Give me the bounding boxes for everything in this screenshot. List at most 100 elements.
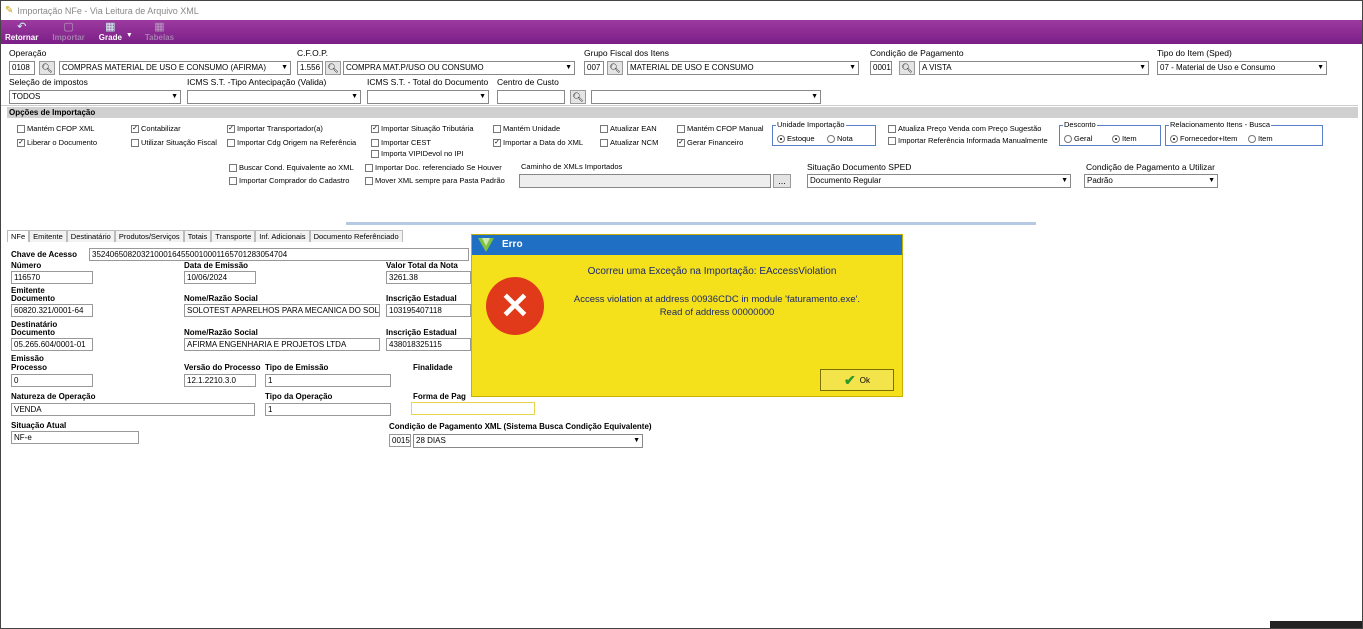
relac-item-radio[interactable]: Item xyxy=(1248,134,1273,143)
centro-code-input[interactable] xyxy=(497,90,565,104)
chevron-down-icon: ▼ xyxy=(281,64,288,71)
dest-razao-input[interactable]: AFIRMA ENGENHARIA E PROJETOS LTDA xyxy=(184,338,380,351)
tab-documento-referenciado[interactable]: Documento Referênciado xyxy=(309,230,403,242)
cond-util-select[interactable]: Padrão ▼ xyxy=(1084,174,1218,188)
grupo-code-input[interactable]: 007 xyxy=(584,61,604,75)
cfop-search-icon[interactable]: 🔍︎ xyxy=(325,61,341,75)
chevron-down-icon: ▼ xyxy=(565,64,572,71)
grade-button[interactable]: ▦ Grade xyxy=(99,22,122,44)
selecao-select[interactable]: TODOS ▼ xyxy=(9,90,181,104)
condicao-search-icon[interactable]: 🔍︎ xyxy=(899,61,915,75)
dialog-message-line2: Read of address 00000000 xyxy=(659,307,775,318)
cond-xml-select[interactable]: 28 DIAS ▼ xyxy=(413,434,643,448)
operacao-search-icon[interactable]: 🔍︎ xyxy=(39,61,55,75)
splitter-bar[interactable] xyxy=(346,222,1036,225)
versao-input[interactable]: 12.1.2210.3.0 xyxy=(184,374,256,387)
finalidade-label: Finalidade xyxy=(413,363,453,372)
importar-button[interactable]: ▢ Importar xyxy=(52,22,84,44)
natureza-input[interactable]: VENDA xyxy=(11,403,255,416)
numero-input[interactable]: 116570 xyxy=(11,271,93,284)
emit-ie-input[interactable]: 103195407118 xyxy=(386,304,471,317)
mantem-cfop-checkbox[interactable]: Mantém CFOP XML xyxy=(17,124,94,133)
tab-produtos[interactable]: Produtos/Serviços xyxy=(114,230,184,242)
contabilizar-checkbox[interactable]: ✓ Contabilizar xyxy=(131,124,181,133)
chave-input[interactable]: 3524065082032100016455001000116570128305… xyxy=(89,248,469,261)
ok-button[interactable]: ✔ Ok xyxy=(820,369,894,391)
dest-ie-input[interactable]: 438018325115 xyxy=(386,338,471,351)
utilizar-situacao-checkbox[interactable]: Utilizar Situação Fiscal xyxy=(131,138,217,147)
fornecedor-item-radio[interactable]: Fornecedor+Item xyxy=(1170,134,1237,143)
desconto-item-radio[interactable]: Item xyxy=(1112,134,1137,143)
grade-dropdown-icon[interactable]: ▼ xyxy=(126,32,133,39)
importar-cdg-origem-checkbox[interactable]: Importar Cdg Origem na Referência xyxy=(227,138,356,147)
mover-xml-checkbox[interactable]: Mover XML sempre para Pasta Padrão xyxy=(365,176,505,185)
forma-pag-input[interactable] xyxy=(411,402,535,415)
grupo-search-icon[interactable]: 🔍︎ xyxy=(607,61,623,75)
buscar-cond-checkbox[interactable]: Buscar Cond. Equivalente ao XML xyxy=(229,163,354,172)
grupo-select[interactable]: MATERIAL DE USO E CONSUMO ▼ xyxy=(627,61,859,75)
emissao-label: Emissão xyxy=(11,354,44,363)
cfop-label: C.F.O.P. xyxy=(297,48,329,58)
filters-panel: Operação 0108 🔍︎ COMPRAS MATERIAL DE USO… xyxy=(1,44,1358,106)
cond-xml-label: Condição de Pagamento XML (Sistema Busca… xyxy=(389,422,652,431)
tab-destinatario[interactable]: Destinatário xyxy=(66,230,115,242)
chevron-down-icon: ▼ xyxy=(811,93,818,100)
tipo-emissao-label: Tipo de Emissão xyxy=(265,363,329,372)
processo-input[interactable]: 0 xyxy=(11,374,93,387)
atualizar-ncm-checkbox[interactable]: Atualizar NCM xyxy=(600,138,658,147)
importar-cest-checkbox[interactable]: Importar CEST xyxy=(371,138,431,147)
desconto-geral-radio[interactable]: Geral xyxy=(1064,134,1092,143)
tab-nfe[interactable]: NFe xyxy=(7,230,30,242)
tabelas-button[interactable]: ▦ Tabelas xyxy=(145,22,174,44)
importar-situacao-tributaria-checkbox[interactable]: ✓ Importar Situação Tributária xyxy=(371,124,474,133)
emit-ie-label: Inscrição Estadual xyxy=(386,294,457,303)
caminho-browse-button[interactable]: ... xyxy=(773,174,791,188)
dest-documento-input[interactable]: 05.265.604/0001-01 xyxy=(11,338,93,351)
retornar-button[interactable]: ↶ Retornar xyxy=(5,22,38,44)
caminho-input[interactable] xyxy=(519,174,771,188)
atualiza-preco-checkbox[interactable]: Atualiza Preço Venda com Preço Sugestão xyxy=(888,124,1041,133)
selecao-label: Seleção de impostos xyxy=(9,77,88,87)
icms-total-select[interactable]: ▼ xyxy=(367,90,489,104)
estoque-radio[interactable]: Estoque xyxy=(777,134,815,143)
tipo-item-select[interactable]: 07 - Material de Uso e Consumo ▼ xyxy=(1157,61,1327,75)
operacao-code-input[interactable]: 0108 xyxy=(9,61,35,75)
importa-vipi-checkbox[interactable]: Importa VIPIDevol no IPI xyxy=(371,149,464,158)
mantem-unidade-checkbox[interactable]: Mantém Unidade xyxy=(493,124,560,133)
emit-razao-input[interactable]: SOLOTEST APARELHOS PARA MECANICA DO SOLO xyxy=(184,304,380,317)
tipo-emissao-input[interactable]: 1 xyxy=(265,374,391,387)
condicao-code-input[interactable]: 0001 xyxy=(870,61,892,75)
cond-xml-code-input[interactable]: 0015 xyxy=(389,434,411,447)
mantem-cfop-manual-checkbox[interactable]: Mantém CFOP Manual xyxy=(677,124,764,133)
valor-input[interactable]: 3261.38 xyxy=(386,271,471,284)
sit-sped-select[interactable]: Documento Regular ▼ xyxy=(807,174,1071,188)
importar-doc-ref-checkbox[interactable]: Importar Doc. referenciado Se Houver xyxy=(365,163,502,172)
atualizar-ean-checkbox[interactable]: Atualizar EAN xyxy=(600,124,657,133)
tab-inf-adicionais[interactable]: Inf. Adicionais xyxy=(255,230,310,242)
condicao-select[interactable]: A VISTA ▼ xyxy=(919,61,1149,75)
tab-transporte[interactable]: Transporte xyxy=(211,230,256,242)
emit-documento-input[interactable]: 60820.321/0001-64 xyxy=(11,304,93,317)
centro-search-icon[interactable]: 🔍︎ xyxy=(570,90,586,104)
importar-referencia-checkbox[interactable]: Importar Referência Informada Manualment… xyxy=(888,136,1048,145)
cfop-code-input[interactable]: 1.556 xyxy=(297,61,323,75)
gerar-financeiro-checkbox[interactable]: ✓ Gerar Financeiro xyxy=(677,138,743,147)
situacao-input[interactable]: NF-e xyxy=(11,431,139,444)
sit-sped-label: Situação Documento SPED xyxy=(807,162,912,172)
importar-data-xml-checkbox[interactable]: ✓ Importar a Data do XML xyxy=(493,138,583,147)
icms-antecip-select[interactable]: ▼ xyxy=(187,90,361,104)
cfop-select[interactable]: COMPRA MAT.P/USO OU CONSUMO ▼ xyxy=(343,61,575,75)
liberar-documento-checkbox[interactable]: ✓ Liberar o Documento xyxy=(17,138,97,147)
tipo-operacao-input[interactable]: 1 xyxy=(265,403,391,416)
chevron-down-icon: ▼ xyxy=(849,64,856,71)
importar-transportador-checkbox[interactable]: ✓ Importar Transportador(a) xyxy=(227,124,323,133)
tab-totais[interactable]: Totais xyxy=(183,230,212,242)
cond-util-label: Condição de Pagamento a Utilizar xyxy=(1086,162,1215,172)
operacao-select[interactable]: COMPRAS MATERIAL DE USO E CONSUMO (AFIRM… xyxy=(59,61,291,75)
importar-comprador-checkbox[interactable]: Importar Comprador do Cadastro xyxy=(229,176,349,185)
centro-select[interactable]: ▼ xyxy=(591,90,821,104)
error-icon: ✕ xyxy=(486,277,544,335)
nota-radio[interactable]: Nota xyxy=(827,134,853,143)
tab-emitente[interactable]: Emitente xyxy=(29,230,67,242)
data-input[interactable]: 10/06/2024 xyxy=(184,271,256,284)
